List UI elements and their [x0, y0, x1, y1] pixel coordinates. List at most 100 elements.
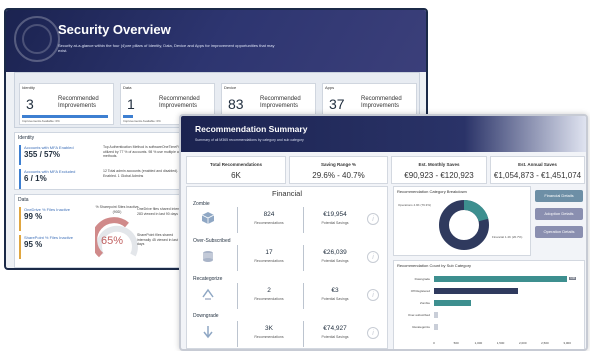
kpi-title: Saving Range %: [320, 162, 356, 167]
identity-label: Identity: [18, 135, 35, 141]
adoption-details-button[interactable]: Adoption Details: [535, 208, 583, 220]
x-tick-label: 0: [433, 341, 435, 345]
subcategory-bar[interactable]: [434, 324, 438, 330]
mfa-enabled-box: Accounts with MFA Enabled 355 / 57%: [19, 145, 95, 165]
group-count-label: Recommendations: [254, 259, 284, 263]
subcategory-bar[interactable]: [434, 288, 519, 294]
subcategory-chart-panel: Recommendation Count by Sub Category Dow…: [393, 260, 585, 349]
card-label: Recommended Improvements: [159, 96, 200, 109]
divider: [237, 283, 238, 309]
card-progress-bar: [22, 115, 108, 118]
x-tick-label: 1,000: [474, 341, 483, 345]
group-count: 824: [263, 211, 275, 218]
subcategory-bar[interactable]: [434, 312, 438, 318]
overview-title: Security Overview: [58, 22, 171, 37]
divider: [303, 245, 304, 271]
group-savings-label: Potential Savings: [321, 335, 349, 339]
divider: [237, 245, 238, 271]
category-donut-chart: [439, 199, 489, 250]
info-icon[interactable]: i: [367, 251, 379, 263]
divider: [303, 207, 304, 233]
sp-sites-inactive-value: 65%: [101, 235, 124, 247]
divider: [237, 321, 238, 347]
kpi-annual-saves: Est. Annual Saves €1,054,873 - €1,451,07…: [490, 156, 585, 184]
x-tick-label: 2,000: [518, 341, 527, 345]
info-icon[interactable]: i: [367, 327, 379, 339]
card-footer: Improvements Available: 0%: [123, 119, 161, 123]
bar-category-label: Zombie: [419, 301, 430, 305]
recommendation-summary-window: Recommendation Summary Summary of all M3…: [179, 114, 588, 351]
operation-details-button[interactable]: Operation Details: [535, 226, 583, 238]
x-tick-label: 1,500: [496, 341, 505, 345]
group-count: 17: [265, 249, 273, 256]
mfa-excluded-box: Accounts with MFA Excluded 6 / 1%: [19, 169, 95, 189]
group-count-label: Recommendations: [254, 335, 284, 339]
subcategory-bar-chart: Downgrade 3.0K Off Registered Zombie Over-su…: [394, 261, 584, 349]
sp-sites-inactive-label: % Sharepoint Sites Inactive (90D): [95, 205, 139, 214]
card-title: Device: [224, 85, 237, 90]
card-label: Recommended Improvements: [260, 96, 301, 109]
breakdown-title: Recommendation Category Breakdown: [397, 189, 467, 194]
card-count: 3: [26, 96, 34, 112]
sharepoint-inactive-box: SharePoint % Files Inactive 95 %: [19, 235, 89, 259]
summary-hero: Recommendation Summary Summary of all M3…: [181, 116, 586, 152]
overview-subtitle: Security at-a-glance within the four (4)…: [58, 43, 275, 53]
group-savings-label: Potential Savings: [321, 221, 349, 225]
x-tick-label: 500: [453, 341, 459, 345]
group-savings: €26,039: [323, 249, 347, 256]
kpi-title: Total Recommendations: [210, 162, 262, 167]
x-tick-label: 2,500: [541, 341, 549, 345]
card-progress-bar: [123, 115, 133, 118]
divider: [303, 283, 304, 309]
subcategory-bar[interactable]: [434, 276, 568, 282]
donut-financial-slice: [463, 199, 489, 222]
financial-details-button[interactable]: Financial Details: [535, 190, 583, 202]
info-icon[interactable]: i: [367, 213, 379, 225]
group-count-label: Recommendations: [254, 297, 284, 301]
card-title: Data: [123, 85, 132, 90]
overview-hero: Security Overview Security at-a-glance w…: [6, 10, 426, 72]
group-savings: €19,954: [323, 211, 347, 218]
group-savings-label: Potential Savings: [321, 259, 349, 263]
card-label: Recommended Improvements: [58, 96, 99, 109]
onedrive-inactive-value: 99 %: [24, 212, 43, 221]
bar-category-label: Downgrade: [414, 277, 430, 281]
card-count: 37: [329, 96, 345, 112]
kpi-monthly-saves: Est. Monthly Saves €90,923 - €120,923: [391, 156, 487, 184]
group-count: 3K: [265, 325, 273, 332]
mfa-excluded-value: 6 / 1%: [24, 174, 47, 183]
bar-value-label: 3.0K: [569, 277, 577, 280]
kpi-value: €90,923 - €120,923: [404, 171, 474, 180]
group-oversubscribed-label: Over-Subscribed: [193, 238, 231, 244]
donut-label-right: Financial 1.4K (20.7%): [492, 235, 523, 239]
card-title: Identity: [22, 85, 35, 90]
kpi-total-recommendations: Total Recommendations 6K: [186, 156, 286, 184]
card-label: Recommended Improvements: [361, 96, 402, 109]
identity-card[interactable]: Identity 3 Recommended Improvements Impr…: [19, 83, 114, 125]
x-tick-label: 3,000: [563, 341, 571, 345]
data-label: Data: [18, 197, 29, 203]
cube-icon: [201, 212, 215, 224]
group-savings-label: Potential Savings: [321, 297, 349, 301]
group-recategorize-label: Recategorize: [193, 276, 223, 282]
kpi-title: Est. Annual Saves: [518, 162, 557, 167]
coins-icon: [203, 251, 213, 262]
subcategory-bar[interactable]: [434, 300, 471, 306]
group-savings: €3: [331, 287, 339, 294]
kpi-value: 6K: [231, 171, 241, 180]
kpi-value: 29.6% - 40.7%: [312, 171, 365, 180]
group-zombie-label: Zombie: [193, 201, 210, 207]
divider: [303, 321, 304, 347]
group-savings: €74,927: [323, 325, 347, 332]
divider: [237, 207, 238, 233]
sharepoint-inactive-value: 95 %: [24, 240, 43, 249]
swap-icon: [202, 288, 214, 300]
summary-subtitle: Summary of all M365 recommendations by c…: [195, 138, 304, 142]
summary-title: Recommendation Summary: [195, 124, 308, 134]
card-count: 83: [228, 96, 244, 112]
info-icon[interactable]: i: [367, 289, 379, 301]
group-count: 2: [267, 287, 271, 294]
bar-category-label: Off Registered: [410, 289, 430, 293]
card-title: Apps: [325, 85, 335, 90]
category-breakdown-panel: Recommendation Category Breakdown Operat…: [393, 186, 531, 256]
